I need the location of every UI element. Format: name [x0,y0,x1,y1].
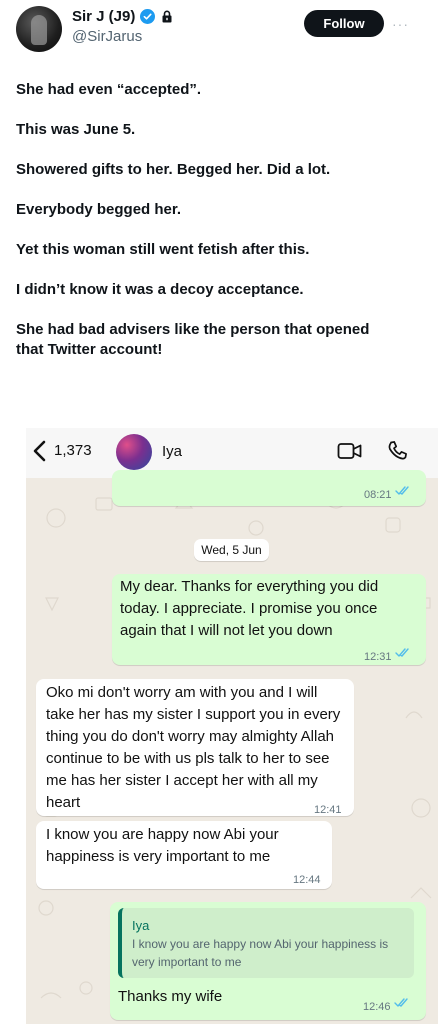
tweet-text: She had even “accepted”. This was June 5… [16,80,426,380]
message-time: 08:21 [364,489,392,501]
verified-badge-icon [140,9,156,24]
display-name[interactable]: Sir J (J9) [72,8,135,25]
double-check-icon [395,486,409,495]
tweet-line: Yet this woman still went fetish after t… [16,241,310,258]
double-check-icon [394,998,408,1007]
display-name-row: Sir J (J9) [72,8,174,25]
tweet-line: Everybody begged her. [16,201,182,218]
tweet-line: This was June 5. [16,121,136,138]
unread-count[interactable]: 1,373 [54,442,92,459]
message-text: My dear. Thanks for everything you did t… [120,578,379,639]
tweet-header: Sir J (J9) @SirJarus Follow ··· [16,6,426,54]
chat-screenshot[interactable]: 1,373 Iya 08:21 Wed, 5 Jun My dear. Than… [26,428,438,1024]
tweet-line: She had bad advisers like the person tha… [16,321,370,358]
message-bubble-outgoing[interactable]: My dear. Thanks for everything you did t… [112,574,426,665]
message-time: 12:44 [293,874,321,886]
avatar[interactable] [16,6,62,52]
date-separator: Wed, 5 Jun [194,539,269,561]
message-text: I know you are happy now Abi your happin… [46,826,279,865]
message-bubble-incoming[interactable]: Oko mi don't worry am with you and I wil… [36,679,354,816]
message-text: Oko mi don't worry am with you and I wil… [46,684,341,811]
message-text: Thanks my wife [118,988,223,1005]
video-call-icon[interactable] [337,441,363,461]
author-names: Sir J (J9) @SirJarus [72,8,174,45]
tweet-line: I didn’t know it was a decoy acceptance. [16,281,304,298]
contact-avatar[interactable] [116,434,152,470]
lock-icon [160,10,174,24]
phone-icon[interactable] [386,439,410,463]
message-time: 12:31 [364,651,392,663]
follow-button[interactable]: Follow [304,10,384,37]
quoted-text: I know you are happy now Abi your happin… [132,937,389,969]
tweet-line: She had even “accepted”. [16,81,202,98]
tweet-line: Showered gifts to her. Begged her. Did a… [16,161,331,178]
quoted-sender: Iya [132,918,150,933]
message-time: 12:41 [314,804,342,816]
back-chevron-icon[interactable] [32,440,48,462]
more-icon[interactable]: ··· [392,16,409,32]
message-bubble-incoming[interactable]: I know you are happy now Abi your happin… [36,821,332,889]
handle[interactable]: @SirJarus [72,28,174,45]
double-check-icon [395,648,409,657]
message-bubble-outgoing[interactable]: 08:21 [112,470,426,506]
message-bubble-outgoing[interactable]: Iya I know you are happy now Abi your ha… [110,902,426,1020]
quoted-message[interactable]: Iya I know you are happy now Abi your ha… [118,908,414,978]
message-time: 12:46 [363,1001,391,1013]
contact-name[interactable]: Iya [162,443,182,460]
